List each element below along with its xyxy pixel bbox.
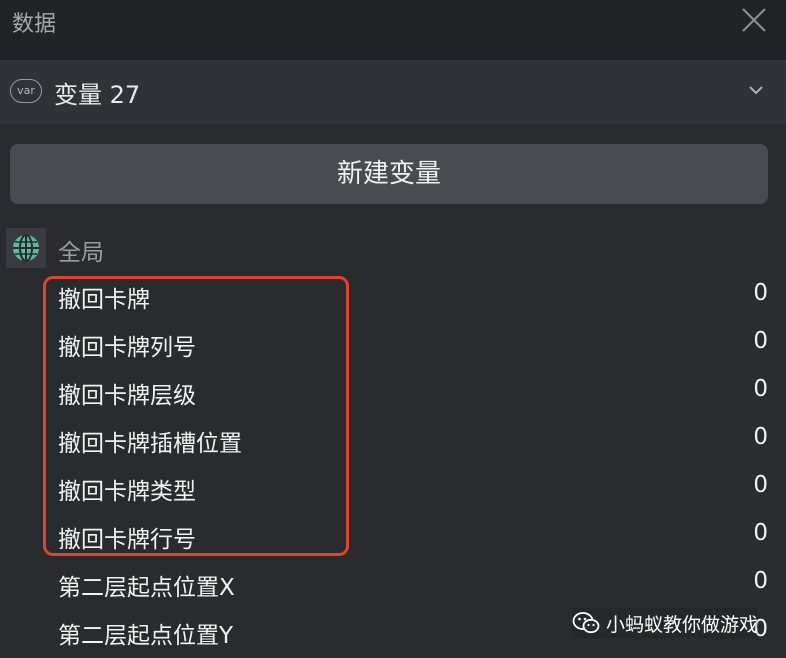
variable-count-label: 变量 27 (54, 81, 141, 109)
variable-name: 撤回卡牌 (58, 287, 150, 313)
panel-title: 数据 (12, 12, 57, 37)
variable-value[interactable]: 0 (753, 328, 768, 354)
variable-selector[interactable]: var 变量 27 (0, 60, 786, 124)
variable-value[interactable]: 0 (753, 568, 768, 594)
variable-value[interactable]: 0 (753, 280, 768, 306)
variable-name: 第二层起点位置X (58, 575, 235, 601)
variable-name: 撤回卡牌类型 (58, 479, 196, 505)
variable-name: 撤回卡牌列号 (58, 335, 196, 361)
variable-value[interactable]: 0 (753, 424, 768, 450)
new-variable-button[interactable]: 新建变量 (10, 144, 768, 204)
variable-row[interactable]: 第二层起点位置X 0 (0, 562, 786, 606)
variable-value[interactable]: 0 (753, 520, 768, 546)
scope-label: 全局 (58, 240, 104, 266)
variable-name: 第二层起点位置Y (58, 623, 234, 649)
data-panel: 数据 var 变量 27 新建变量 全局 撤回卡牌 0 撤回卡牌列号 0 撤回卡… (0, 0, 786, 658)
wechat-icon (572, 612, 600, 634)
watermark-text: 小蚂蚁教你做游戏 (606, 613, 759, 636)
var-badge-icon: var (10, 79, 42, 103)
variable-name: 撤回卡牌行号 (58, 527, 196, 553)
variable-value[interactable]: 0 (753, 472, 768, 498)
variable-name: 撤回卡牌层级 (58, 383, 196, 409)
variable-row[interactable]: 撤回卡牌 0 (0, 274, 786, 318)
panel-header: 数据 (0, 0, 786, 60)
variable-row[interactable]: 撤回卡牌列号 0 (0, 322, 786, 366)
variable-row[interactable]: 撤回卡牌类型 0 (0, 466, 786, 510)
globe-icon (6, 228, 46, 268)
watermark: 小蚂蚁教你做游戏 (572, 608, 759, 638)
close-icon[interactable] (740, 6, 768, 34)
variable-name: 撤回卡牌插槽位置 (58, 431, 242, 457)
chevron-down-icon[interactable] (748, 84, 764, 96)
variable-row[interactable]: 撤回卡牌层级 0 (0, 370, 786, 414)
variable-row[interactable]: 撤回卡牌行号 0 (0, 514, 786, 558)
variable-row[interactable]: 撤回卡牌插槽位置 0 (0, 418, 786, 462)
variable-value[interactable]: 0 (753, 376, 768, 402)
